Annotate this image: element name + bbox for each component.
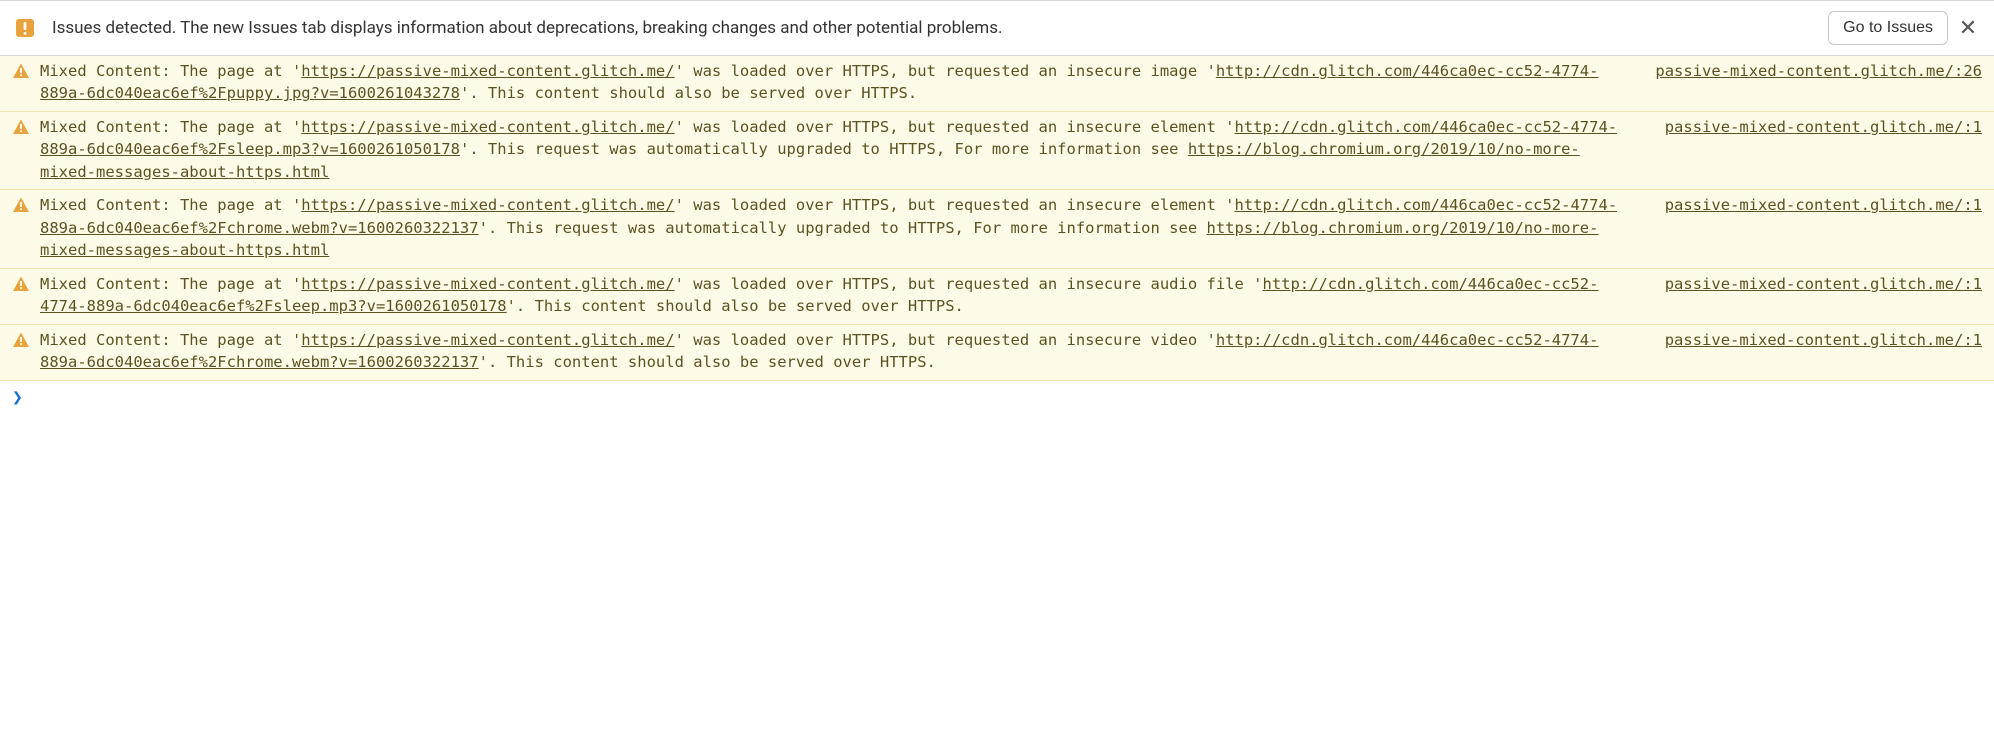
source-link[interactable]: passive-mixed-content.glitch.me/:1 [1641, 329, 1982, 351]
console-warning-row[interactable]: Mixed Content: The page at 'https://pass… [0, 190, 1994, 268]
console-rows: Mixed Content: The page at 'https://pass… [0, 56, 1994, 381]
console-message: Mixed Content: The page at 'https://pass… [40, 116, 1641, 183]
console-warning-row[interactable]: Mixed Content: The page at 'https://pass… [0, 269, 1994, 325]
source-link[interactable]: passive-mixed-content.glitch.me/:26 [1631, 60, 1982, 82]
console-warning-row[interactable]: Mixed Content: The page at 'https://pass… [0, 112, 1994, 190]
page-url-link[interactable]: https://passive-mixed-content.glitch.me/ [301, 275, 674, 293]
source-link[interactable]: passive-mixed-content.glitch.me/:1 [1641, 116, 1982, 138]
warning-triangle-icon [12, 275, 34, 293]
source-link[interactable]: passive-mixed-content.glitch.me/:1 [1641, 273, 1982, 295]
page-url-link[interactable]: https://passive-mixed-content.glitch.me/ [301, 118, 674, 136]
page-url-link[interactable]: https://passive-mixed-content.glitch.me/ [301, 196, 674, 214]
console-warning-row[interactable]: Mixed Content: The page at 'https://pass… [0, 56, 1994, 112]
console-prompt[interactable]: ❯ [0, 381, 1994, 414]
warning-triangle-icon [12, 118, 34, 136]
warning-triangle-icon [12, 62, 34, 80]
console-message: Mixed Content: The page at 'https://pass… [40, 329, 1641, 374]
console-message: Mixed Content: The page at 'https://pass… [40, 273, 1641, 318]
warning-triangle-icon [12, 196, 34, 214]
issues-bar-text: Issues detected. The new Issues tab disp… [52, 18, 1828, 38]
go-to-issues-button[interactable]: Go to Issues [1828, 11, 1948, 45]
prompt-caret-icon: ❯ [12, 387, 23, 408]
page-url-link[interactable]: https://passive-mixed-content.glitch.me/ [301, 331, 674, 349]
issues-badge-icon [14, 17, 36, 39]
warning-triangle-icon [12, 331, 34, 349]
close-issues-bar-button[interactable]: ✕ [1956, 16, 1980, 40]
console-message: Mixed Content: The page at 'https://pass… [40, 60, 1631, 105]
console-message: Mixed Content: The page at 'https://pass… [40, 194, 1641, 261]
console-warning-row[interactable]: Mixed Content: The page at 'https://pass… [0, 325, 1994, 381]
source-link[interactable]: passive-mixed-content.glitch.me/:1 [1641, 194, 1982, 216]
issues-bar: Issues detected. The new Issues tab disp… [0, 0, 1994, 56]
page-url-link[interactable]: https://passive-mixed-content.glitch.me/ [301, 62, 674, 80]
